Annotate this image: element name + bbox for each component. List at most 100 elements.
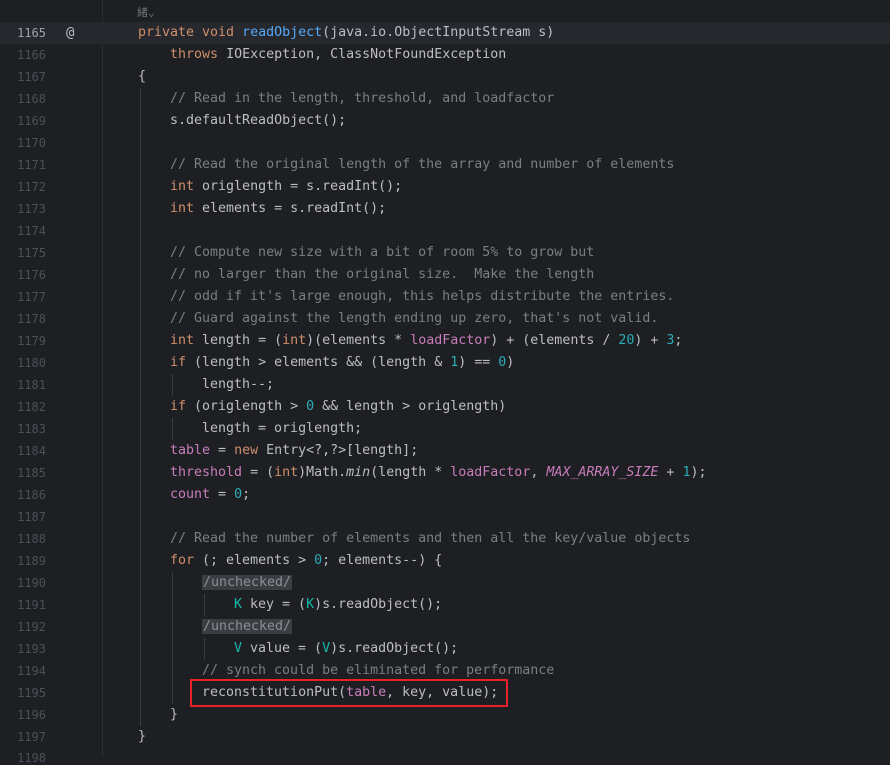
code-text[interactable]: s.defaultReadObject(); (170, 110, 346, 132)
code-token: count (170, 487, 211, 502)
indent-guide (172, 660, 173, 682)
indent-guide (172, 572, 173, 594)
line-number: 1188 (17, 532, 46, 546)
code-editor[interactable]: 緒⌄ 1165 @ private void readObject(java.io.… (0, 0, 890, 764)
code-text[interactable]: // no larger than the original size. Mak… (170, 264, 594, 286)
line-number: 1184 (17, 444, 46, 458)
line-number: 1196 (17, 708, 46, 722)
code-token: ) == (458, 355, 499, 370)
code-token: // Guard against the length ending up ze… (170, 311, 659, 326)
code-text[interactable]: int origlength = s.readInt(); (170, 176, 402, 198)
indent-guide (140, 660, 141, 682)
code-token: // Compute new size with a bit of room 5… (170, 245, 595, 260)
code-text[interactable]: for (; elements > 0; elements--) { (170, 550, 442, 572)
code-token: ; elements--) { (322, 553, 443, 568)
code-text[interactable]: // Guard against the length ending up ze… (170, 308, 658, 330)
indent-guide (140, 88, 141, 110)
code-text[interactable]: /unchecked/ (202, 572, 293, 594)
indent-guide (140, 594, 141, 616)
code-line[interactable]: 1186 count = 0; (0, 484, 890, 506)
code-line[interactable]: 1168 // Read in the length, threshold, an… (0, 88, 890, 110)
code-line[interactable]: 1173 int elements = s.readInt(); (0, 198, 890, 220)
code-text[interactable]: int length = (int)(elements * loadFactor… (170, 330, 682, 352)
code-line[interactable]: 1181 length--; (0, 374, 890, 396)
code-line[interactable]: 1171 // Read the original length of the a… (0, 154, 890, 176)
code-text[interactable]: threshold = (int)Math.min(length * loadF… (170, 462, 706, 484)
code-text[interactable]: K key = (K)s.readObject(); (234, 594, 442, 616)
code-token: } (138, 729, 147, 744)
code-text[interactable]: throws IOException, ClassNotFoundExcepti… (138, 44, 506, 66)
indent-guide (140, 242, 141, 264)
code-token: origlength = s.readInt(); (202, 179, 403, 194)
code-line[interactable]: 1184 table = new Entry<?,?>[length]; (0, 440, 890, 462)
code-text[interactable]: { (138, 66, 146, 88)
override-icon[interactable]: @ (66, 22, 74, 44)
code-line[interactable]: 1191 K key = (K)s.readObject(); (0, 594, 890, 616)
code-text[interactable]: // Read in the length, threshold, and lo… (170, 88, 554, 110)
code-text[interactable]: if (origlength > 0 && length > origlengt… (170, 396, 506, 418)
code-line[interactable]: 1180 if (length > elements && (length & 1… (0, 352, 890, 374)
indent-guide (140, 506, 141, 528)
code-line[interactable]: 1172 int origlength = s.readInt(); (0, 176, 890, 198)
code-line[interactable]: 1167 { (0, 66, 890, 88)
code-line[interactable]: 1165 @ private void readObject(java.io.Obj… (0, 22, 890, 44)
code-line[interactable]: 1170 (0, 132, 890, 154)
code-line[interactable]: 1175 // Compute new size with a bit of ro… (0, 242, 890, 264)
code-text[interactable]: } (170, 704, 178, 726)
code-line[interactable]: 1187 (0, 506, 890, 528)
code-text[interactable]: // Read the number of elements and then … (170, 528, 690, 550)
code-line[interactable]: 1188 // Read the number of elements and t… (0, 528, 890, 550)
code-text[interactable]: // odd if it's large enough, this helps … (170, 286, 674, 308)
code-token: ; (674, 333, 683, 348)
code-line[interactable]: 1166 throws IOException, ClassNotFoundEx… (0, 44, 890, 66)
code-line[interactable]: 1169 s.defaultReadObject(); (0, 110, 890, 132)
code-text[interactable]: count = 0; (170, 484, 250, 506)
code-token: ) (506, 355, 515, 370)
code-text[interactable]: // Compute new size with a bit of room 5… (170, 242, 594, 264)
line-number: 1189 (17, 554, 46, 568)
code-text[interactable]: length = origlength; (202, 418, 362, 440)
code-text[interactable]: // Read the original length of the array… (170, 154, 674, 176)
line-number: 1197 (17, 730, 46, 744)
code-line[interactable]: 1179 int length = (int)(elements * loadFa… (0, 330, 890, 352)
code-text[interactable]: int elements = s.readInt(); (170, 198, 386, 220)
code-line[interactable]: 1190/unchecked/ (0, 572, 890, 594)
code-line[interactable]: 1193 V value = (V)s.readObject(); (0, 638, 890, 660)
code-line[interactable]: 1192/unchecked/ (0, 616, 890, 638)
indent-guide (140, 528, 141, 550)
code-token: ); (690, 465, 707, 480)
code-line[interactable]: 1176 // no larger than the original size.… (0, 264, 890, 286)
code-line[interactable]: 1174 (0, 220, 890, 242)
code-text[interactable]: } (138, 726, 146, 748)
code-text[interactable]: if (length > elements && (length & 1) ==… (170, 352, 514, 374)
code-line[interactable]: 1185 threshold = (int)Math.min(length * l… (0, 462, 890, 484)
code-token: , (530, 465, 547, 480)
code-token: loadFactor (410, 333, 491, 348)
code-line[interactable]: 1182 if (origlength > 0 && length > origl… (0, 396, 890, 418)
line-number: 1179 (17, 334, 46, 348)
code-token: ) + (634, 333, 667, 348)
code-line[interactable]: 1197} (0, 726, 890, 748)
code-line[interactable]: 1178 // Guard against the length ending u… (0, 308, 890, 330)
code-token: )(elements * (306, 333, 411, 348)
indent-guide (172, 616, 173, 638)
code-token: V (322, 641, 331, 656)
code-line[interactable]: 1177 // odd if it's large enough, this he… (0, 286, 890, 308)
line-number: 1182 (17, 400, 46, 414)
code-token: // odd if it's large enough, this helps … (170, 289, 675, 304)
code-line[interactable]: 1196} (0, 704, 890, 726)
code-text[interactable]: private void readObject(java.io.ObjectIn… (138, 22, 554, 44)
code-text[interactable]: length--; (202, 374, 274, 396)
code-text[interactable]: V value = (V)s.readObject(); (234, 638, 458, 660)
code-text[interactable]: /unchecked/ (202, 616, 293, 638)
code-line[interactable]: 1189 for (; elements > 0; elements--) { (0, 550, 890, 572)
code-line[interactable]: 1183 length = origlength; (0, 418, 890, 440)
indent-guide (140, 308, 141, 330)
indent-guide (204, 594, 205, 616)
inlay-hint[interactable]: 緒⌄ (137, 3, 155, 23)
code-text[interactable]: table = new Entry<?,?>[length]; (170, 440, 418, 462)
code-token: // synch could be eliminated for perform… (202, 663, 555, 678)
indent-guide (172, 418, 173, 440)
code-token: // Read the number of elements and then … (170, 531, 691, 546)
code-token: s.defaultReadObject(); (170, 113, 347, 128)
